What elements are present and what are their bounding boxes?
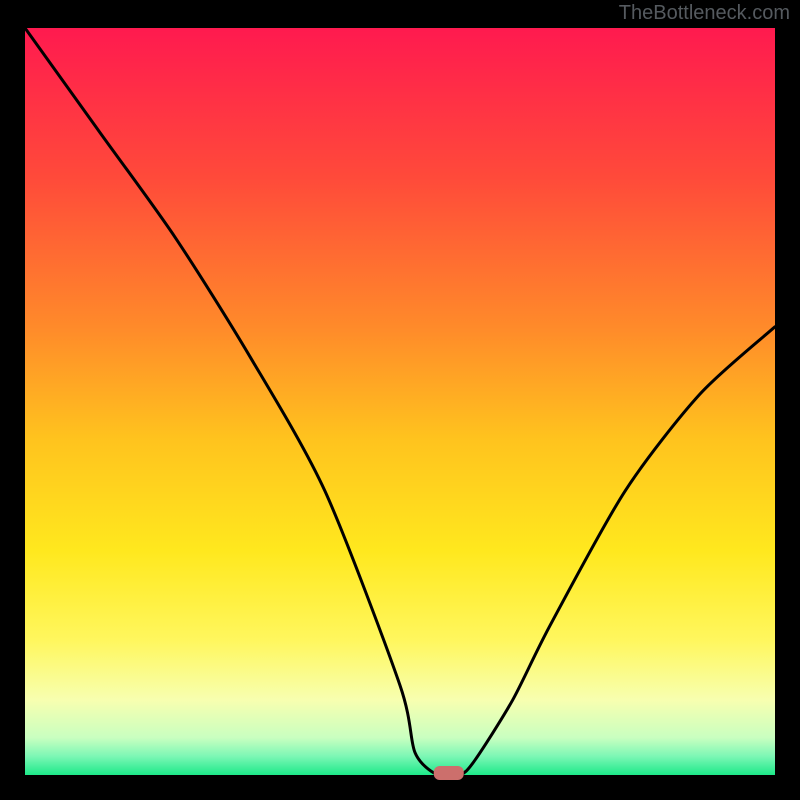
optimal-marker — [434, 766, 464, 780]
attribution-text: TheBottleneck.com — [619, 2, 790, 25]
chart-plot-area — [25, 28, 775, 775]
bottleneck-chart — [0, 0, 800, 800]
chart-container: TheBottleneck.com — [0, 0, 800, 800]
